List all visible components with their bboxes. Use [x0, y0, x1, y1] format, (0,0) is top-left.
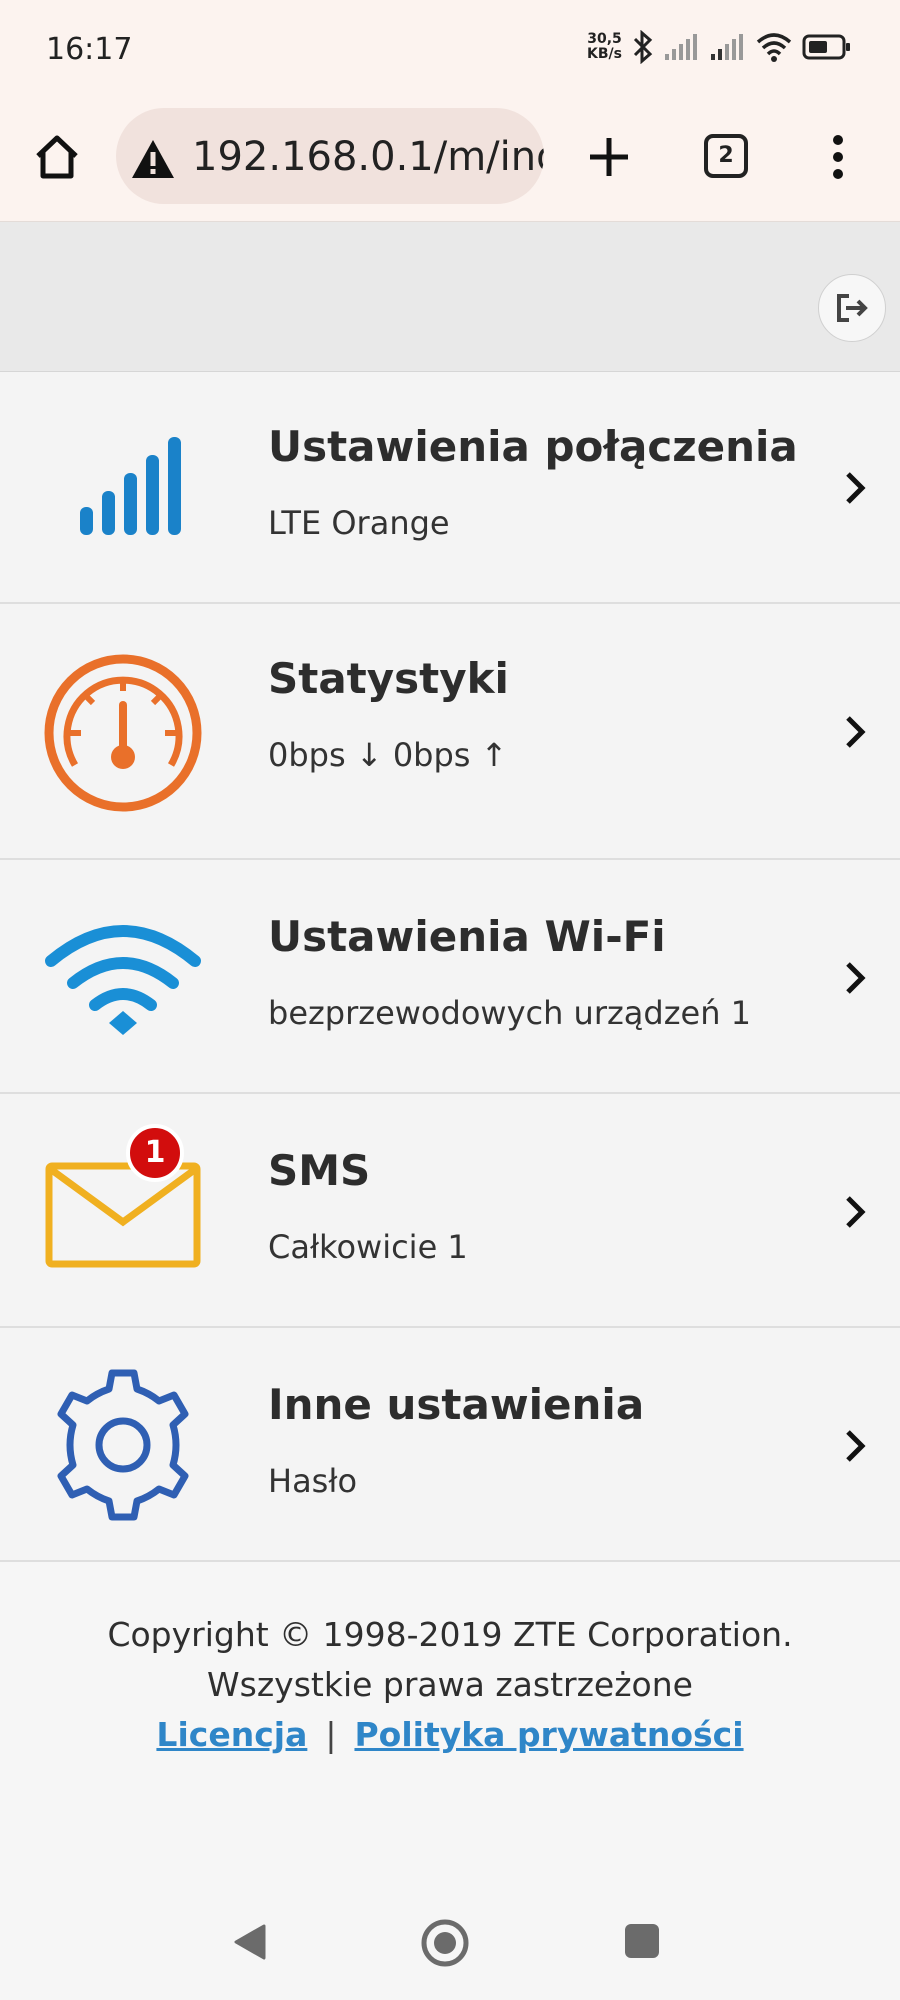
menu-list: Ustawienia połączenia LTE Orange Statyst…: [0, 372, 900, 1562]
browser-toolbar: 192.168.0.1/m/index 2: [0, 96, 900, 222]
tab-switcher-button[interactable]: 2: [704, 134, 748, 178]
wifi-icon: [38, 896, 208, 1066]
signal-bars-icon: [38, 398, 208, 568]
copyright-text: Copyright © 1998-2019 ZTE Corporation.: [107, 1615, 793, 1654]
logout-icon: [837, 294, 868, 322]
logout-button[interactable]: [818, 274, 886, 342]
menu-item-subtitle: LTE Orange: [268, 504, 450, 542]
network-speed-value: 30,5: [587, 31, 622, 47]
bluetooth-icon: [633, 30, 653, 64]
address-bar[interactable]: 192.168.0.1/m/index: [116, 108, 544, 204]
cell-signal-icon: [665, 34, 697, 60]
network-speed: 30,5 KB/s: [587, 32, 622, 62]
menu-item-title: Ustawienia połączenia: [268, 422, 798, 471]
privacy-policy-link[interactable]: Polityka prywatności: [354, 1715, 743, 1754]
home-icon[interactable]: [32, 132, 82, 182]
menu-item-sms[interactable]: 1 SMS Całkowicie 1: [0, 1094, 900, 1328]
menu-item-title: Inne ustawienia: [268, 1380, 645, 1429]
home-nav-icon[interactable]: [420, 1918, 470, 1968]
network-speed-unit: KB/s: [587, 46, 622, 62]
chevron-right-icon: [846, 1196, 866, 1228]
menu-item-statistics[interactable]: Statystyki 0bps ↓ 0bps ↑: [0, 604, 900, 860]
status-icons: 30,5 KB/s: [587, 30, 852, 64]
status-time: 16:17: [46, 32, 133, 67]
menu-item-wifi-settings[interactable]: Ustawienia Wi-Fi bezprzewodowych urządze…: [0, 860, 900, 1094]
cell-signal-2-icon: [711, 34, 743, 60]
warning-icon[interactable]: [130, 138, 176, 180]
page-header: [0, 222, 900, 372]
back-icon[interactable]: [232, 1922, 268, 1962]
wifi-status-icon: [756, 33, 792, 62]
link-separator: |: [325, 1715, 337, 1754]
menu-item-connection-settings[interactable]: Ustawienia połączenia LTE Orange: [0, 372, 900, 604]
menu-item-title: Statystyki: [268, 654, 509, 703]
speedometer-icon: [38, 648, 208, 818]
menu-item-subtitle: Całkowicie 1: [268, 1228, 468, 1266]
menu-item-title: Ustawienia Wi-Fi: [268, 912, 666, 961]
chevron-right-icon: [846, 472, 866, 504]
menu-item-subtitle: 0bps ↓ 0bps ↑: [268, 736, 508, 774]
chevron-right-icon: [846, 716, 866, 748]
chevron-right-icon: [846, 1430, 866, 1462]
footer: Copyright © 1998-2019 ZTE Corporation. W…: [0, 1610, 900, 1760]
recent-apps-icon[interactable]: [625, 1924, 659, 1958]
license-link[interactable]: Licencja: [156, 1715, 307, 1754]
menu-item-subtitle: Hasło: [268, 1462, 358, 1500]
new-tab-icon[interactable]: [584, 132, 634, 182]
gear-icon: [38, 1360, 208, 1530]
url-text: 192.168.0.1/m/index: [192, 134, 544, 180]
menu-item-subtitle: bezprzewodowych urządzeń 1: [268, 994, 751, 1032]
unread-badge: 1: [126, 1124, 184, 1182]
status-bar: 16:17 30,5 KB/s: [0, 0, 900, 96]
more-menu-icon[interactable]: [826, 132, 850, 182]
system-nav-bar: [0, 1880, 900, 2000]
battery-icon: [802, 34, 850, 60]
rights-text: Wszystkie prawa zastrzeżone: [207, 1665, 693, 1704]
menu-item-other-settings[interactable]: Inne ustawienia Hasło: [0, 1328, 900, 1562]
footer-links: Licencja | Polityka prywatności: [0, 1710, 900, 1760]
chevron-right-icon: [846, 962, 866, 994]
menu-item-title: SMS: [268, 1146, 371, 1195]
